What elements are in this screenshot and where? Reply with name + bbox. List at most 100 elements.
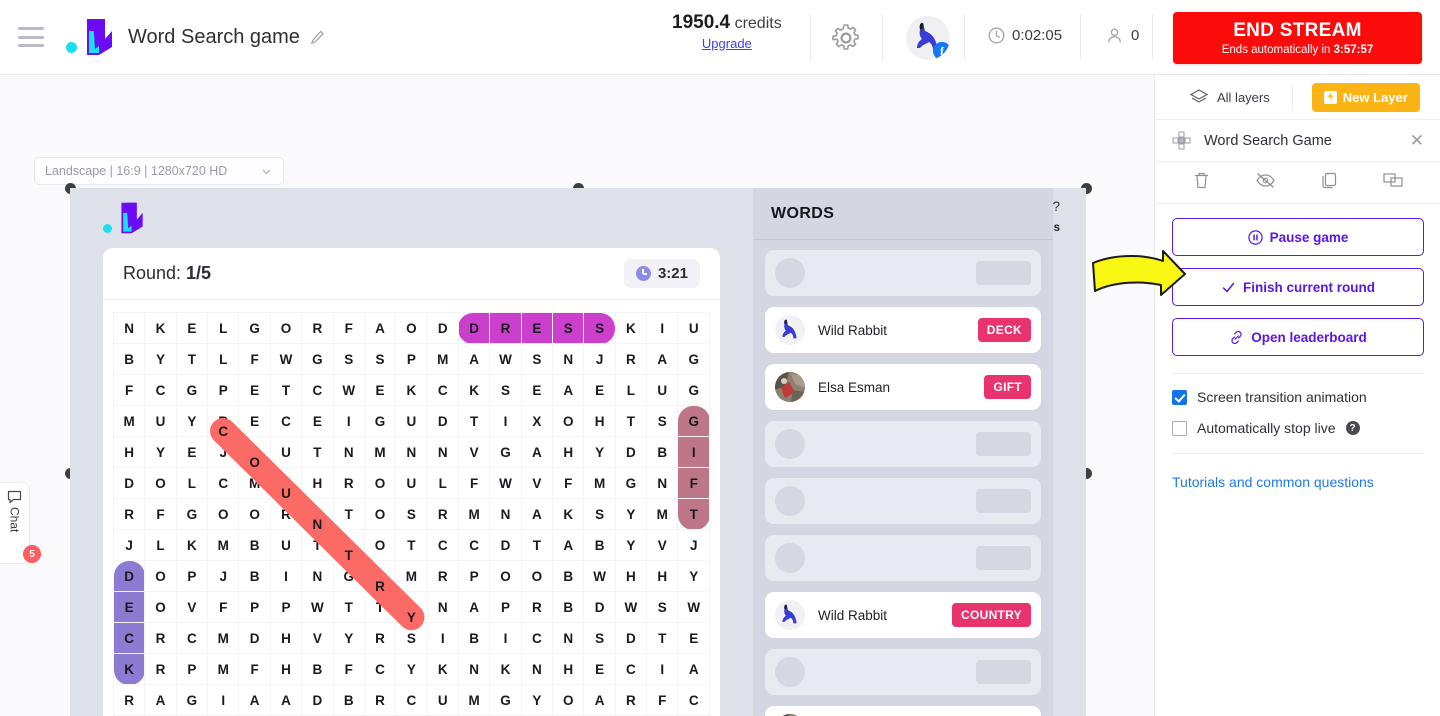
grid-cell[interactable]: H (583, 405, 616, 437)
grid-cell[interactable]: Y (144, 343, 177, 375)
grid-cell[interactable]: U (269, 529, 303, 561)
grid-cell[interactable]: D (426, 312, 459, 344)
grid-cell[interactable]: D (457, 312, 491, 344)
grid-cell[interactable]: U (144, 405, 177, 437)
grid-cell[interactable]: P (238, 591, 271, 623)
grid-cell[interactable]: M (646, 498, 679, 530)
grid-cell[interactable]: P (175, 560, 209, 592)
grid-cell[interactable]: H (552, 653, 585, 685)
grid-cell[interactable]: R (363, 684, 397, 716)
all-layers-button[interactable]: All layers (1190, 89, 1270, 105)
grid-cell[interactable]: F (332, 312, 365, 344)
copy-icon[interactable] (1320, 171, 1339, 195)
grid-cell[interactable]: W (489, 467, 522, 499)
grid-cell[interactable]: H (112, 436, 146, 468)
grid-cell[interactable]: V (646, 529, 679, 561)
grid-cell[interactable]: C (175, 622, 209, 654)
grid-cell[interactable]: S (363, 343, 397, 375)
grid-cell[interactable]: E (238, 374, 271, 406)
grid-cell[interactable]: R (144, 622, 177, 654)
grid-cell[interactable]: J (207, 436, 240, 468)
grid-cell[interactable]: N (552, 622, 585, 654)
grid-cell[interactable]: T (395, 529, 428, 561)
close-icon[interactable]: ✕ (1410, 131, 1424, 151)
grid-cell[interactable]: T (332, 591, 365, 623)
grid-cell[interactable]: M (207, 653, 240, 685)
grid-cell[interactable]: E (175, 436, 209, 468)
grid-cell[interactable]: A (457, 343, 491, 375)
grid-cell[interactable]: G (489, 684, 522, 716)
grid-cell[interactable]: G (175, 498, 209, 530)
pause-game-button[interactable]: Pause game (1172, 218, 1424, 256)
finish-round-button[interactable]: Finish current round (1172, 268, 1424, 306)
grid-cell[interactable]: U (395, 467, 428, 499)
grid-cell[interactable]: H (646, 560, 679, 592)
grid-cell[interactable]: K (614, 312, 648, 344)
grid-cell[interactable]: W (614, 591, 648, 623)
grid-cell[interactable]: V (301, 622, 334, 654)
grid-cell[interactable]: O (489, 560, 522, 592)
grid-cell[interactable]: B (457, 622, 491, 654)
grid-cell[interactable]: C (426, 374, 459, 406)
grid-cell[interactable]: K (489, 653, 522, 685)
grid-cell[interactable]: D (489, 529, 522, 561)
grid-cell[interactable]: R (207, 405, 240, 437)
grid-cell[interactable]: A (583, 684, 616, 716)
grid-cell[interactable]: Y (175, 405, 209, 437)
grid-cell[interactable]: M (583, 467, 616, 499)
grid-cell[interactable]: S (583, 498, 616, 530)
grid-cell[interactable]: T (363, 591, 397, 623)
grid-cell[interactable]: C (520, 622, 554, 654)
grid-cell[interactable]: L (207, 343, 240, 375)
word-search-grid[interactable]: NKELGORFAODDRESSKIUBYTLFWGSSPMAWSNJRAGFC… (112, 312, 710, 716)
grid-cell[interactable]: S (646, 405, 679, 437)
grid-cell[interactable]: H (552, 436, 585, 468)
grid-cell[interactable]: W (301, 591, 334, 623)
grid-cell[interactable]: M (238, 467, 271, 499)
grid-cell[interactable]: D (238, 622, 271, 654)
grid-cell[interactable]: G (238, 312, 271, 344)
grid-cell[interactable]: P (457, 560, 491, 592)
grid-cell[interactable]: A (646, 343, 679, 375)
grid-cell[interactable]: O (363, 467, 397, 499)
grid-cell[interactable]: B (332, 684, 365, 716)
grid-cell[interactable]: P (269, 591, 303, 623)
grid-cell[interactable]: K (552, 498, 585, 530)
grid-cell[interactable]: U (301, 498, 334, 530)
grid-cell[interactable]: F (207, 591, 240, 623)
grid-cell[interactable]: G (332, 560, 365, 592)
grid-cell[interactable]: M (457, 498, 491, 530)
grid-cell[interactable]: E (677, 622, 710, 654)
grid-cell[interactable]: X (520, 405, 554, 437)
grid-cell[interactable]: I (207, 684, 240, 716)
eye-off-icon[interactable] (1255, 171, 1276, 195)
grid-cell[interactable]: O (363, 498, 397, 530)
grid-cell[interactable]: W (677, 591, 710, 623)
grid-cell[interactable]: L (207, 312, 240, 344)
grid-cell[interactable]: Y (144, 436, 177, 468)
grid-cell[interactable]: I (646, 653, 679, 685)
screen-transition-checkbox-row[interactable]: Screen transition animation (1172, 389, 1424, 405)
grid-cell[interactable]: A (144, 684, 177, 716)
grid-cell[interactable]: F (144, 498, 177, 530)
grid-cell[interactable]: R (332, 467, 365, 499)
grid-cell[interactable]: B (112, 343, 146, 375)
grid-cell[interactable]: S (520, 343, 554, 375)
grid-cell[interactable]: F (238, 343, 271, 375)
grid-cell[interactable]: Y (395, 653, 428, 685)
grid-cell[interactable]: G (175, 684, 209, 716)
grid-cell[interactable]: N (426, 436, 459, 468)
grid-cell[interactable]: D (112, 560, 146, 592)
grid-cell[interactable]: F (677, 467, 710, 499)
auto-stop-live-checkbox-row[interactable]: Automatically stop live ? (1172, 420, 1424, 436)
grid-cell[interactable]: F (457, 467, 491, 499)
send-to-scene-icon[interactable] (1383, 171, 1404, 194)
grid-cell[interactable]: F (552, 467, 585, 499)
grid-cell[interactable]: A (520, 436, 554, 468)
grid-cell[interactable]: U (426, 684, 459, 716)
grid-cell[interactable]: N (112, 312, 146, 344)
grid-cell[interactable]: S (332, 343, 365, 375)
grid-cell[interactable]: T (301, 529, 334, 561)
grid-cell[interactable]: K (144, 312, 177, 344)
grid-cell[interactable]: A (363, 312, 397, 344)
